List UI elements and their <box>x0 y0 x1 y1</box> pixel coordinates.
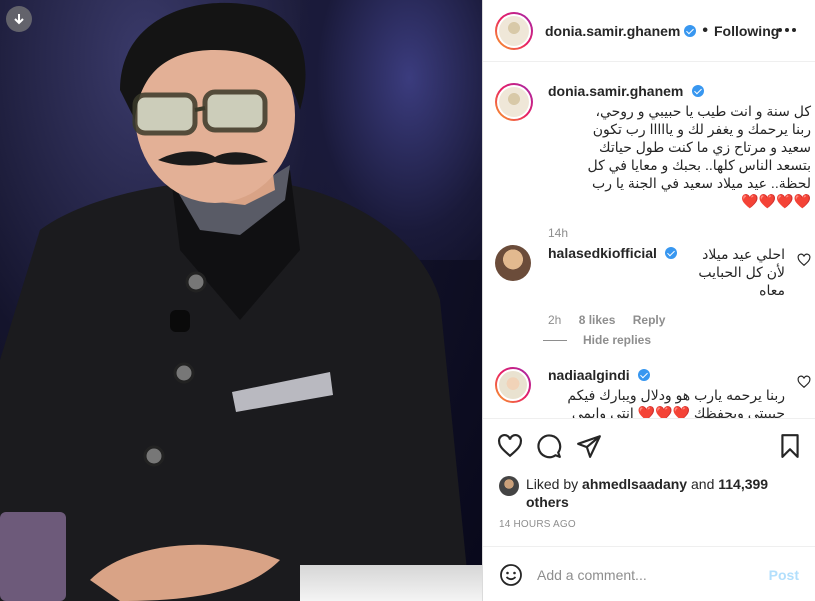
post-header: donia.samir.ghanem • Following <box>483 0 815 62</box>
comment-username[interactable]: halasedkiofficial <box>548 245 657 261</box>
verified-badge-icon <box>691 85 704 97</box>
emoji-icon[interactable] <box>499 563 523 587</box>
post-sidebar: donia.samir.ghanem • Following donia.sam… <box>483 0 815 601</box>
share-paper-plane-icon[interactable] <box>576 433 602 459</box>
post-photo[interactable] <box>0 0 482 601</box>
hide-replies-line <box>543 339 567 341</box>
action-bar <box>483 418 815 474</box>
like-comment-heart-icon[interactable] <box>797 375 811 389</box>
comment-time[interactable]: 2h <box>548 313 561 327</box>
liker-username[interactable]: ahmedlsaadany <box>582 476 687 492</box>
post-comment-button[interactable]: Post <box>769 567 799 583</box>
commenter-avatar[interactable] <box>495 367 531 403</box>
author-username[interactable]: donia.samir.ghanem <box>545 23 680 39</box>
more-options-button[interactable] <box>777 22 797 33</box>
caption-time[interactable]: 14h <box>548 226 568 240</box>
verified-badge-icon <box>665 247 678 259</box>
verified-badge-icon <box>684 24 697 37</box>
caption-avatar[interactable] <box>495 83 533 121</box>
liker-avatar[interactable] <box>499 476 519 496</box>
verified-badge-icon <box>638 369 651 381</box>
arrow-down-icon <box>14 14 24 25</box>
add-comment-bar: Post <box>483 546 815 601</box>
post-timestamp[interactable]: 14 HOURS AGO <box>499 519 576 530</box>
download-button[interactable] <box>6 6 32 32</box>
likes-prefix: Liked by <box>526 476 579 492</box>
following-button[interactable]: Following <box>714 23 779 39</box>
add-comment-input[interactable] <box>537 564 757 586</box>
more-horizontal-icon <box>778 28 796 32</box>
comment-username[interactable]: nadiaalgindi <box>548 367 630 383</box>
comment-likes[interactable]: 8 likes <box>579 313 616 327</box>
commenter-avatar[interactable] <box>495 245 531 281</box>
comments-area[interactable]: donia.samir.ghanem كل سنة و انت طيب يا ح… <box>483 63 815 418</box>
hide-replies-label: Hide replies <box>583 333 652 347</box>
comment-text: ربنا يرحمه يارب هو ودلال ويبارك فيكم حبي… <box>567 387 785 418</box>
like-heart-icon[interactable] <box>497 433 523 459</box>
caption-text: كل سنة و انت طيب يا حبيبي و روحي، ربنا ي… <box>587 103 811 209</box>
likes-and: and <box>691 476 715 492</box>
photo-illustration <box>0 2 470 601</box>
hide-replies-button[interactable]: Hide replies <box>543 333 651 347</box>
separator-dot: • <box>702 21 708 39</box>
author-avatar[interactable] <box>495 11 533 50</box>
save-bookmark-icon[interactable] <box>777 433 803 459</box>
caption-username[interactable]: donia.samir.ghanem <box>548 83 683 99</box>
like-comment-heart-icon[interactable] <box>797 253 811 267</box>
desk <box>300 565 482 601</box>
reply-button[interactable]: Reply <box>633 313 666 327</box>
comment-bubble-icon[interactable] <box>536 433 562 459</box>
